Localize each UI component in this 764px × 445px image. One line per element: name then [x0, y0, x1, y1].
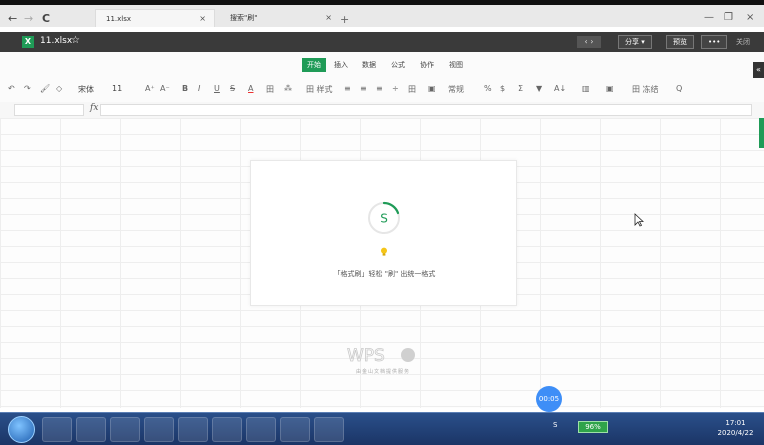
- windows-taskbar: S 96% 17:01 2020/4/22: [0, 412, 764, 445]
- currency-button[interactable]: $: [500, 84, 505, 93]
- loading-tip: 「格式刷」轻松 "刷" 出统一格式: [333, 270, 436, 278]
- side-indicator: [759, 118, 764, 148]
- lightbulb-icon: [381, 247, 387, 256]
- loading-card: S 「格式刷」轻松 "刷" 出统一格式: [250, 160, 517, 306]
- watermark-subtitle: 由金山文档提供服务: [355, 369, 410, 375]
- window-close-button[interactable]: ×: [746, 12, 754, 23]
- tab-close-icon[interactable]: ×: [325, 9, 332, 27]
- tab-insert[interactable]: 插入: [334, 60, 348, 70]
- format-painter-icon[interactable]: 🖌: [40, 84, 50, 93]
- align-left-button[interactable]: ≡: [344, 84, 351, 93]
- browser-tab-active[interactable]: 11.xlsx ×: [95, 9, 215, 27]
- font-shrink-icon[interactable]: A⁻: [160, 84, 170, 93]
- fill-color-button[interactable]: ⁂: [284, 84, 292, 93]
- new-tab-button[interactable]: +: [340, 13, 349, 26]
- strikethrough-button[interactable]: S: [230, 84, 235, 93]
- loading-spinner-icon: S: [368, 201, 400, 234]
- taskbar-browser-icon[interactable]: [110, 417, 140, 442]
- sort-button[interactable]: A↓: [554, 84, 566, 93]
- tray-s-icon[interactable]: S: [553, 421, 557, 429]
- image-button[interactable]: ▣: [606, 84, 614, 93]
- app-close-button[interactable]: 关闭: [736, 37, 750, 47]
- search-icon[interactable]: Q: [676, 84, 682, 93]
- style-button[interactable]: 田 样式: [306, 84, 333, 95]
- number-format-select[interactable]: 常规: [448, 84, 464, 95]
- formatting-toolbar: ↶ ↷ 🖌 ◇ 宋体 11 A⁺ A⁻ B I U S A 田 ⁂ 田 样式 ≡…: [0, 78, 764, 102]
- taskbar-folder-icon[interactable]: [144, 417, 174, 442]
- back-button[interactable]: ←: [8, 12, 17, 25]
- merge-button[interactable]: 田: [408, 84, 416, 95]
- browser-tab-bar: ← → C 11.xlsx × 搜索"刷" × + — ❐ ×: [0, 0, 764, 27]
- tab-data[interactable]: 数据: [362, 60, 376, 70]
- cell-format-button[interactable]: ▣: [428, 84, 436, 93]
- percent-button[interactable]: %: [484, 84, 492, 93]
- tab-collaborate[interactable]: 协作: [420, 60, 434, 70]
- spreadsheet-file-icon: X: [22, 36, 34, 48]
- wps-logo-text: WPS: [347, 346, 385, 365]
- font-size-select[interactable]: 11: [112, 84, 122, 93]
- nav-arrows[interactable]: ‹ ›: [577, 36, 601, 48]
- font-name-select[interactable]: 宋体: [78, 84, 94, 95]
- taskbar-ie-icon[interactable]: [76, 417, 106, 442]
- taskbar-app-icon[interactable]: [212, 417, 242, 442]
- align-right-button[interactable]: ≡: [376, 84, 383, 93]
- filter-button[interactable]: ▼: [536, 84, 542, 93]
- recording-timer: 00:05: [536, 386, 562, 412]
- wrap-button[interactable]: ÷: [392, 84, 399, 93]
- reload-button[interactable]: C: [42, 12, 50, 25]
- preview-button[interactable]: 预览: [666, 35, 694, 49]
- bold-button[interactable]: B: [182, 84, 188, 93]
- taskbar-word-icon[interactable]: [280, 417, 310, 442]
- collapse-panel-button[interactable]: «: [753, 62, 764, 78]
- fx-icon: fx: [90, 103, 99, 113]
- tab-view[interactable]: 视图: [449, 60, 463, 70]
- clock-date: 2020/4/22: [717, 429, 754, 437]
- redo-icon[interactable]: ↷: [24, 84, 31, 93]
- formula-input[interactable]: [100, 104, 752, 116]
- battery-indicator[interactable]: 96%: [578, 421, 608, 433]
- tab-close-icon[interactable]: ×: [199, 10, 206, 28]
- taskbar-excel-icon[interactable]: [178, 417, 208, 442]
- formula-bar: fx: [0, 102, 764, 118]
- italic-button[interactable]: I: [198, 84, 200, 93]
- tab-home[interactable]: 开始: [302, 58, 326, 72]
- taskbar-app-icon[interactable]: [42, 417, 72, 442]
- maximize-button[interactable]: ❐: [724, 12, 733, 23]
- tab-formula[interactable]: 公式: [391, 60, 405, 70]
- underline-button[interactable]: U: [214, 84, 220, 93]
- sum-button[interactable]: Σ: [518, 84, 523, 93]
- tab-title: 搜索"刷": [230, 14, 258, 22]
- forward-button[interactable]: →: [24, 12, 33, 25]
- tab-title: 11.xlsx: [106, 15, 132, 23]
- system-clock[interactable]: 17:01 2020/4/22: [713, 418, 758, 438]
- wps-logo-icon: WPS: [347, 346, 415, 365]
- align-center-button[interactable]: ≡: [360, 84, 367, 93]
- chart-button[interactable]: ▥: [582, 84, 590, 93]
- app-title-bar: X 11.xlsx ☆ ‹ › 分享 ▾ 预览 ••• 关闭: [0, 32, 764, 52]
- share-button[interactable]: 分享 ▾: [618, 35, 652, 49]
- mouse-cursor-icon: [634, 213, 644, 227]
- font-grow-icon[interactable]: A⁺: [145, 84, 155, 93]
- border-button[interactable]: 田: [266, 84, 274, 95]
- taskbar-wechat-icon[interactable]: [246, 417, 276, 442]
- star-icon[interactable]: ☆: [71, 35, 80, 46]
- more-button[interactable]: •••: [701, 35, 728, 49]
- font-color-button[interactable]: A: [248, 84, 253, 93]
- freeze-button[interactable]: 田 冻结: [632, 84, 659, 95]
- ribbon-tabs: 开始 插入 数据 公式 协作 视图: [0, 52, 764, 78]
- undo-icon[interactable]: ↶: [8, 84, 15, 93]
- start-button[interactable]: [8, 416, 35, 443]
- minimize-button[interactable]: —: [704, 12, 714, 23]
- clock-time: 17:01: [725, 419, 746, 427]
- name-box[interactable]: [14, 104, 84, 116]
- spinner-letter: S: [380, 212, 388, 226]
- file-name: 11.xlsx: [40, 36, 73, 46]
- clear-format-icon[interactable]: ◇: [56, 84, 62, 93]
- browser-tab[interactable]: 搜索"刷" ×: [220, 9, 340, 27]
- taskbar-firefox-icon[interactable]: [314, 417, 344, 442]
